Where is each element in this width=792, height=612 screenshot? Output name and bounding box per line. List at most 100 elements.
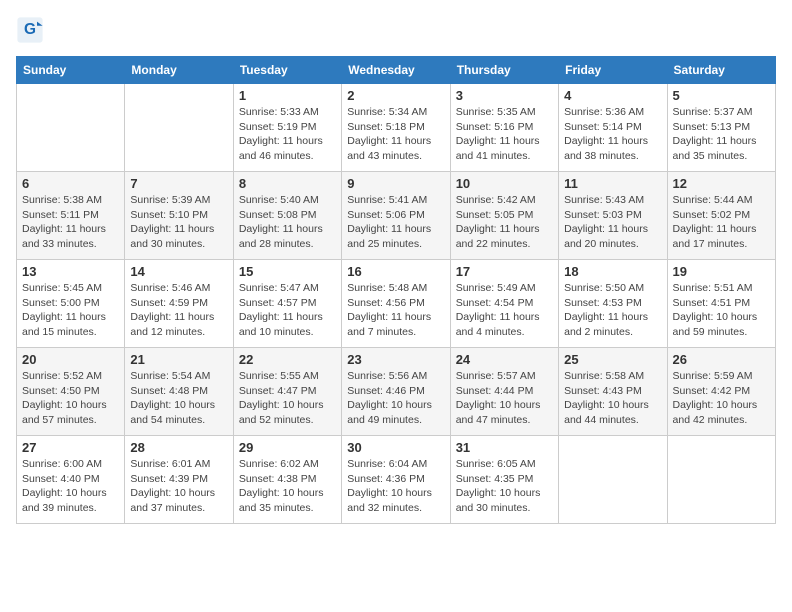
day-number: 9 bbox=[347, 176, 444, 191]
day-number: 22 bbox=[239, 352, 336, 367]
day-info: Sunrise: 5:43 AMSunset: 5:03 PMDaylight:… bbox=[564, 193, 661, 252]
day-info: Sunrise: 5:46 AMSunset: 4:59 PMDaylight:… bbox=[130, 281, 227, 340]
day-number: 1 bbox=[239, 88, 336, 103]
calendar-cell: 18 Sunrise: 5:50 AMSunset: 4:53 PMDayligh… bbox=[559, 260, 667, 348]
calendar-cell: 31 Sunrise: 6:05 AMSunset: 4:35 PMDayligh… bbox=[450, 436, 558, 524]
day-info: Sunrise: 5:42 AMSunset: 5:05 PMDaylight:… bbox=[456, 193, 553, 252]
calendar-cell: 20 Sunrise: 5:52 AMSunset: 4:50 PMDayligh… bbox=[17, 348, 125, 436]
logo-icon: G bbox=[16, 16, 44, 44]
day-info: Sunrise: 5:34 AMSunset: 5:18 PMDaylight:… bbox=[347, 105, 444, 164]
day-info: Sunrise: 5:56 AMSunset: 4:46 PMDaylight:… bbox=[347, 369, 444, 428]
svg-text:G: G bbox=[24, 21, 36, 38]
calendar-cell: 29 Sunrise: 6:02 AMSunset: 4:38 PMDayligh… bbox=[233, 436, 341, 524]
week-row-2: 6 Sunrise: 5:38 AMSunset: 5:11 PMDaylight… bbox=[17, 172, 776, 260]
calendar-cell bbox=[125, 84, 233, 172]
day-info: Sunrise: 5:52 AMSunset: 4:50 PMDaylight:… bbox=[22, 369, 119, 428]
day-info: Sunrise: 6:00 AMSunset: 4:40 PMDaylight:… bbox=[22, 457, 119, 516]
day-number: 31 bbox=[456, 440, 553, 455]
day-number: 25 bbox=[564, 352, 661, 367]
day-number: 28 bbox=[130, 440, 227, 455]
day-number: 16 bbox=[347, 264, 444, 279]
calendar-cell: 16 Sunrise: 5:48 AMSunset: 4:56 PMDayligh… bbox=[342, 260, 450, 348]
day-number: 8 bbox=[239, 176, 336, 191]
header-row: SundayMondayTuesdayWednesdayThursdayFrid… bbox=[17, 57, 776, 84]
day-info: Sunrise: 5:37 AMSunset: 5:13 PMDaylight:… bbox=[673, 105, 770, 164]
calendar-cell: 19Sunrise: 5:51 AMSunset: 4:51 PMDayligh… bbox=[667, 260, 775, 348]
day-number: 17 bbox=[456, 264, 553, 279]
day-info: Sunrise: 5:36 AMSunset: 5:14 PMDaylight:… bbox=[564, 105, 661, 164]
day-info: Sunrise: 5:49 AMSunset: 4:54 PMDaylight:… bbox=[456, 281, 553, 340]
day-info: Sunrise: 5:33 AMSunset: 5:19 PMDaylight:… bbox=[239, 105, 336, 164]
page-header: G bbox=[16, 16, 776, 44]
calendar-cell: 15 Sunrise: 5:47 AMSunset: 4:57 PMDayligh… bbox=[233, 260, 341, 348]
day-number: 26 bbox=[673, 352, 770, 367]
day-number: 3 bbox=[456, 88, 553, 103]
calendar-cell: 27 Sunrise: 6:00 AMSunset: 4:40 PMDayligh… bbox=[17, 436, 125, 524]
col-header-thursday: Thursday bbox=[450, 57, 558, 84]
day-info: Sunrise: 6:05 AMSunset: 4:35 PMDaylight:… bbox=[456, 457, 553, 516]
calendar-cell: 25 Sunrise: 5:58 AMSunset: 4:43 PMDayligh… bbox=[559, 348, 667, 436]
calendar-cell: 7 Sunrise: 5:39 AMSunset: 5:10 PMDaylight… bbox=[125, 172, 233, 260]
day-number: 13 bbox=[22, 264, 119, 279]
calendar-cell: 1 Sunrise: 5:33 AMSunset: 5:19 PMDaylight… bbox=[233, 84, 341, 172]
day-number: 21 bbox=[130, 352, 227, 367]
calendar-cell: 11 Sunrise: 5:43 AMSunset: 5:03 PMDayligh… bbox=[559, 172, 667, 260]
day-number: 30 bbox=[347, 440, 444, 455]
day-number: 12 bbox=[673, 176, 770, 191]
day-info: Sunrise: 5:45 AMSunset: 5:00 PMDaylight:… bbox=[22, 281, 119, 340]
day-info: Sunrise: 5:59 AMSunset: 4:42 PMDaylight:… bbox=[673, 369, 770, 428]
calendar-cell: 6 Sunrise: 5:38 AMSunset: 5:11 PMDaylight… bbox=[17, 172, 125, 260]
col-header-saturday: Saturday bbox=[667, 57, 775, 84]
day-number: 14 bbox=[130, 264, 227, 279]
calendar-table: SundayMondayTuesdayWednesdayThursdayFrid… bbox=[16, 56, 776, 524]
day-info: Sunrise: 5:48 AMSunset: 4:56 PMDaylight:… bbox=[347, 281, 444, 340]
calendar-cell: 26 Sunrise: 5:59 AMSunset: 4:42 PMDayligh… bbox=[667, 348, 775, 436]
calendar-cell: 3 Sunrise: 5:35 AMSunset: 5:16 PMDaylight… bbox=[450, 84, 558, 172]
day-number: 27 bbox=[22, 440, 119, 455]
day-number: 2 bbox=[347, 88, 444, 103]
calendar-body: 1 Sunrise: 5:33 AMSunset: 5:19 PMDaylight… bbox=[17, 84, 776, 524]
col-header-sunday: Sunday bbox=[17, 57, 125, 84]
day-info: Sunrise: 5:51 AMSunset: 4:51 PMDaylight:… bbox=[673, 281, 770, 340]
day-info: Sunrise: 5:47 AMSunset: 4:57 PMDaylight:… bbox=[239, 281, 336, 340]
day-info: Sunrise: 5:58 AMSunset: 4:43 PMDaylight:… bbox=[564, 369, 661, 428]
day-number: 7 bbox=[130, 176, 227, 191]
col-header-friday: Friday bbox=[559, 57, 667, 84]
day-number: 23 bbox=[347, 352, 444, 367]
day-info: Sunrise: 5:55 AMSunset: 4:47 PMDaylight:… bbox=[239, 369, 336, 428]
calendar-cell: 30 Sunrise: 6:04 AMSunset: 4:36 PMDayligh… bbox=[342, 436, 450, 524]
week-row-3: 13 Sunrise: 5:45 AMSunset: 5:00 PMDayligh… bbox=[17, 260, 776, 348]
day-info: Sunrise: 5:35 AMSunset: 5:16 PMDaylight:… bbox=[456, 105, 553, 164]
week-row-5: 27 Sunrise: 6:00 AMSunset: 4:40 PMDayligh… bbox=[17, 436, 776, 524]
calendar-cell: 10 Sunrise: 5:42 AMSunset: 5:05 PMDayligh… bbox=[450, 172, 558, 260]
calendar-cell: 8 Sunrise: 5:40 AMSunset: 5:08 PMDaylight… bbox=[233, 172, 341, 260]
day-info: Sunrise: 6:02 AMSunset: 4:38 PMDaylight:… bbox=[239, 457, 336, 516]
day-info: Sunrise: 5:38 AMSunset: 5:11 PMDaylight:… bbox=[22, 193, 119, 252]
col-header-wednesday: Wednesday bbox=[342, 57, 450, 84]
day-number: 5 bbox=[673, 88, 770, 103]
day-info: Sunrise: 5:40 AMSunset: 5:08 PMDaylight:… bbox=[239, 193, 336, 252]
day-number: 20 bbox=[22, 352, 119, 367]
calendar-header: SundayMondayTuesdayWednesdayThursdayFrid… bbox=[17, 57, 776, 84]
day-info: Sunrise: 5:41 AMSunset: 5:06 PMDaylight:… bbox=[347, 193, 444, 252]
day-number: 18 bbox=[564, 264, 661, 279]
calendar-cell bbox=[559, 436, 667, 524]
day-info: Sunrise: 5:39 AMSunset: 5:10 PMDaylight:… bbox=[130, 193, 227, 252]
day-info: Sunrise: 5:44 AMSunset: 5:02 PMDaylight:… bbox=[673, 193, 770, 252]
day-number: 24 bbox=[456, 352, 553, 367]
day-number: 6 bbox=[22, 176, 119, 191]
calendar-cell: 23 Sunrise: 5:56 AMSunset: 4:46 PMDayligh… bbox=[342, 348, 450, 436]
day-info: Sunrise: 5:50 AMSunset: 4:53 PMDaylight:… bbox=[564, 281, 661, 340]
day-number: 11 bbox=[564, 176, 661, 191]
day-number: 15 bbox=[239, 264, 336, 279]
calendar-cell: 28Sunrise: 6:01 AMSunset: 4:39 PMDayligh… bbox=[125, 436, 233, 524]
day-info: Sunrise: 6:04 AMSunset: 4:36 PMDaylight:… bbox=[347, 457, 444, 516]
day-number: 10 bbox=[456, 176, 553, 191]
calendar-cell bbox=[667, 436, 775, 524]
calendar-cell: 22 Sunrise: 5:55 AMSunset: 4:47 PMDayligh… bbox=[233, 348, 341, 436]
calendar-cell: 9 Sunrise: 5:41 AMSunset: 5:06 PMDaylight… bbox=[342, 172, 450, 260]
day-number: 29 bbox=[239, 440, 336, 455]
week-row-4: 20 Sunrise: 5:52 AMSunset: 4:50 PMDayligh… bbox=[17, 348, 776, 436]
calendar-cell: 24Sunrise: 5:57 AMSunset: 4:44 PMDayligh… bbox=[450, 348, 558, 436]
calendar-cell: 13 Sunrise: 5:45 AMSunset: 5:00 PMDayligh… bbox=[17, 260, 125, 348]
